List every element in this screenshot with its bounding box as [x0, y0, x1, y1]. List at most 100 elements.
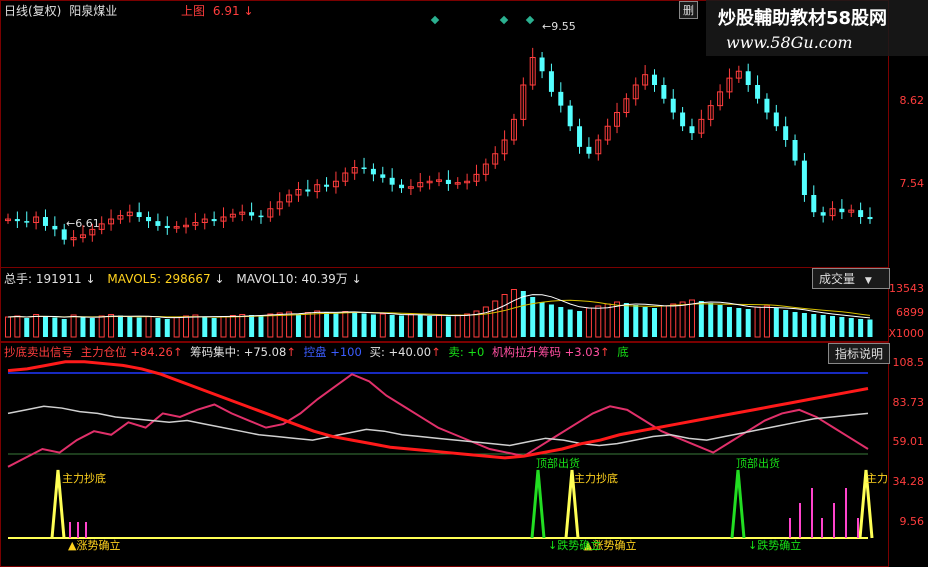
volume-bar-down — [642, 307, 648, 337]
annotation-chuhuo-2: 顶部出货 — [736, 457, 780, 470]
volume-bar-down — [352, 312, 358, 337]
volume-bar-down — [42, 316, 48, 337]
chouma-value: +75.08 — [243, 345, 287, 359]
annotation-chaodi-2: 主力抄底 — [574, 472, 618, 485]
volume-dropdown[interactable]: 成交量 ▼ — [812, 268, 890, 289]
volume-bar-down — [258, 316, 264, 337]
candle-body-down — [652, 74, 657, 85]
volume-bar-down — [24, 318, 30, 337]
candle-body-down — [61, 229, 67, 240]
di-label: 底 — [617, 345, 629, 359]
watermark-logo: 炒股輔助教材58股网 www.58Gu.com — [706, 0, 928, 56]
signal-diamond-icon — [525, 15, 535, 25]
main-scale-2: 7.54 — [899, 177, 925, 190]
chevron-down-icon: ▼ — [864, 276, 872, 286]
total-value: 191911 — [35, 272, 82, 286]
volume-header: 总手: 191911 ↓ MAVOL5: 298667 ↓ MAVOL10: 4… — [4, 270, 362, 287]
ind-scale-3: 59.01 — [892, 435, 925, 448]
candle-body-down — [324, 184, 330, 187]
volume-bar-down — [136, 317, 142, 337]
volume-bar-down — [708, 303, 714, 337]
vol-scale-3: X1000 — [888, 327, 924, 340]
annotation-chaodi-1: 主力抄底 — [62, 472, 106, 485]
volume-bar-up — [670, 303, 677, 338]
volume-bar-down — [633, 305, 639, 337]
volume-bar-down — [389, 315, 395, 337]
volume-bar-down — [811, 314, 817, 337]
zhuli-label: 主力仓位 — [80, 345, 127, 359]
annotation-dieshi-2: ↓跌势确立 — [748, 539, 802, 552]
volume-bar-down — [567, 309, 573, 337]
volume-bar-up — [276, 312, 283, 338]
candle-body-down — [361, 167, 367, 169]
volume-bar-down — [717, 305, 723, 337]
candle-body-down — [773, 112, 779, 127]
volume-bar-down — [427, 316, 433, 337]
stock-name: 阳泉煤业 — [69, 4, 118, 18]
candle-body-down — [305, 189, 311, 192]
volume-bar-down — [539, 302, 545, 337]
volume-bar-down — [117, 315, 123, 337]
volume-bar-down — [773, 308, 779, 337]
candle-body-down — [839, 208, 845, 213]
volume-bar-down — [333, 313, 339, 337]
buy-label: 买: — [369, 345, 385, 359]
volume-bar-down — [361, 313, 367, 337]
candle-body-down — [146, 217, 152, 222]
volume-bar-down — [445, 316, 451, 337]
volume-bar-down — [830, 316, 836, 337]
kongpan-label: 控盘 — [303, 345, 327, 359]
volume-bar-up — [379, 313, 386, 338]
annotation-chuhuo-1: 顶部出货 — [536, 457, 580, 470]
candle-body-down — [249, 212, 255, 216]
candle-body-down — [548, 71, 554, 92]
volume-bar-down — [324, 312, 330, 337]
candle-body-down — [858, 210, 864, 217]
candle-body-down — [680, 112, 686, 127]
volume-bar-up — [595, 305, 602, 338]
candle-body-down — [558, 91, 564, 106]
candle-body-down — [380, 174, 386, 178]
candle-body-down — [445, 179, 451, 184]
candle-body-down — [258, 215, 264, 218]
main-header: 日线(复权) 阳泉煤业 上图 6.91 ↓ — [4, 2, 254, 19]
indicator-help-button[interactable]: 指标说明 — [828, 343, 891, 364]
red-main-line — [7, 360, 869, 460]
volume-bar-down — [801, 313, 807, 337]
volume-bar-down — [867, 319, 873, 337]
volume-bar-down — [736, 308, 742, 337]
volume-bar-down — [558, 307, 564, 337]
volume-bar-down — [211, 318, 217, 337]
candle-body-down — [155, 221, 161, 226]
volume-bar-up — [688, 299, 695, 338]
sell-value: +0 — [467, 345, 485, 359]
candle-body-down — [211, 219, 217, 222]
volume-bar-down — [370, 314, 376, 337]
price-high-label: ←9.55 — [542, 20, 576, 33]
volume-bar-up — [585, 307, 592, 338]
indicator-chart — [7, 360, 874, 539]
candle-body-down — [783, 126, 789, 140]
volume-bar-down — [839, 317, 845, 337]
volume-bar-down — [792, 312, 798, 337]
volume-bar-down — [417, 315, 423, 337]
volume-bar-up — [304, 312, 311, 338]
ind-scale-5: 9.56 — [899, 515, 925, 528]
volume-bar-up — [342, 311, 349, 338]
volume-bar-down — [623, 303, 629, 337]
candle-body-down — [370, 168, 376, 175]
vol-scale-1: 13543 — [889, 282, 924, 295]
candle-body-down — [586, 146, 592, 154]
delete-button[interactable]: 删 — [679, 1, 698, 19]
svg-text:炒股輔助教材58股网: 炒股輔助教材58股网 — [718, 7, 887, 29]
volume-bar-down — [858, 319, 864, 337]
candle-body-down — [755, 85, 761, 99]
jigou-label: 机构拉升筹码 — [492, 345, 561, 359]
volume-bar-up — [183, 315, 190, 338]
volume-bar-down — [783, 310, 789, 337]
ma10-value: 40.39万 — [301, 272, 348, 286]
volume-bar-up — [510, 289, 517, 338]
zhuli-value: +84.26 — [130, 345, 173, 359]
svg-text:www.58Gu.com: www.58Gu.com — [726, 33, 853, 52]
volume-bar-up — [482, 306, 489, 338]
